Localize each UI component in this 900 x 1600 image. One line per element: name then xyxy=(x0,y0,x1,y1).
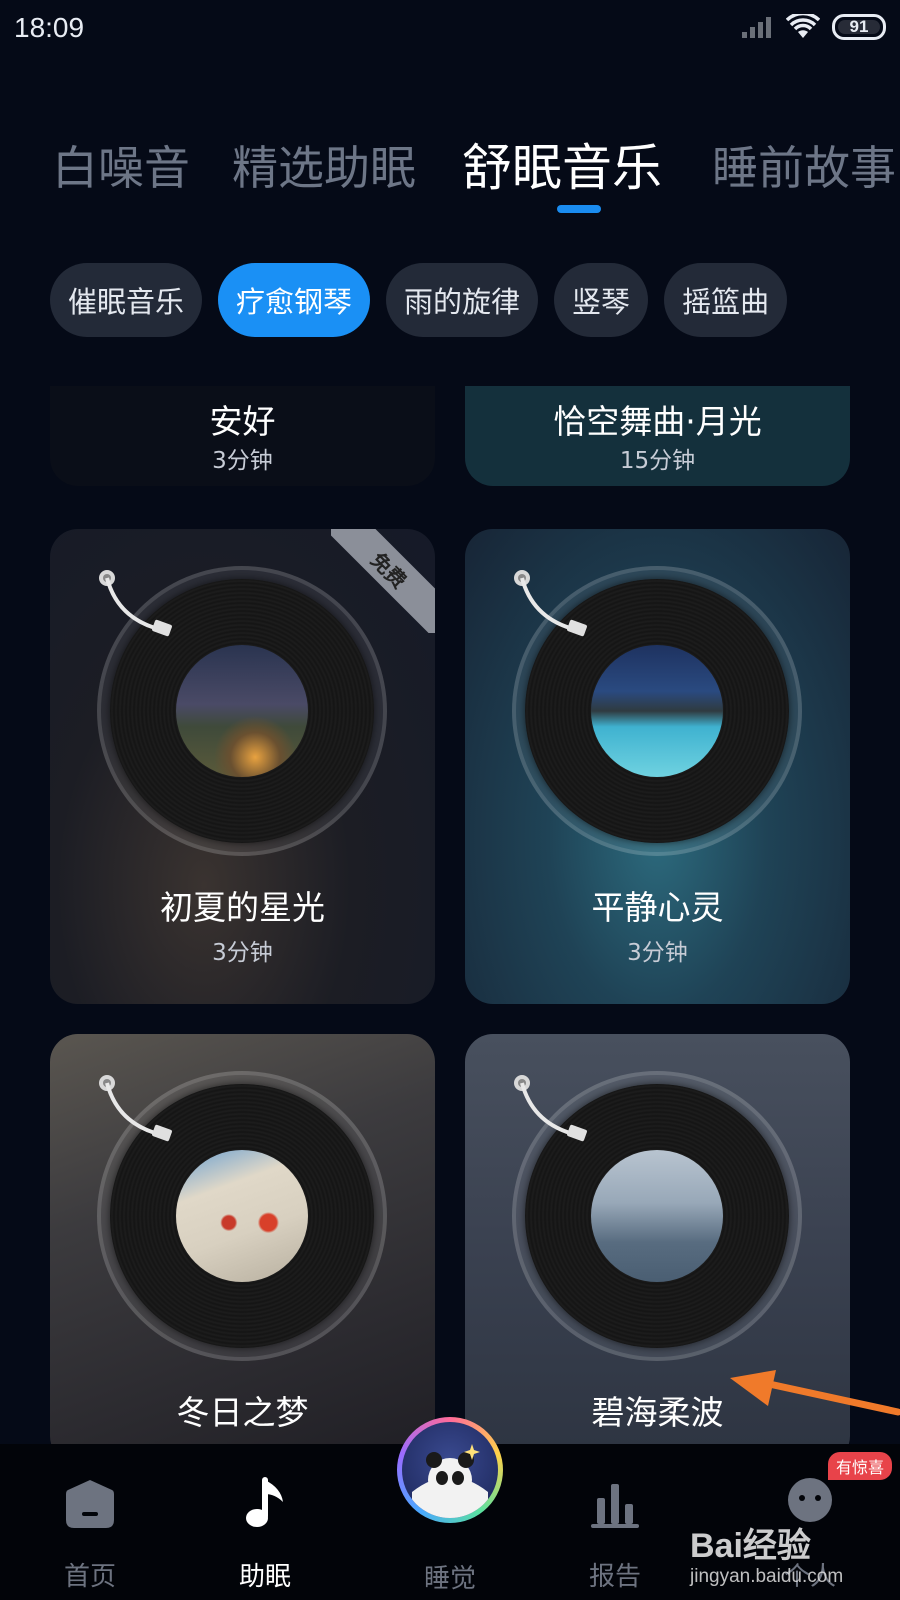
nav-report[interactable]: 报告 xyxy=(545,1444,685,1600)
card-duration: 3分钟 xyxy=(627,940,688,966)
music-card-early-summer-starlight[interactable]: 免费 初夏的星光 3分钟 xyxy=(50,529,435,1004)
panda-moon-icon xyxy=(412,1444,488,1518)
signal-icon xyxy=(742,17,771,38)
album-art xyxy=(591,645,723,777)
nav-label: 首页 xyxy=(63,1562,116,1592)
watermark-url: jingyan.baidu.com xyxy=(690,1566,844,1587)
tonearm-icon xyxy=(514,570,587,637)
chip-rain-melody[interactable]: 雨的旋律 xyxy=(386,263,539,337)
free-tag: 免费 xyxy=(331,529,435,633)
chip-harp[interactable]: 竖琴 xyxy=(554,263,649,337)
card-title: 初夏的星光 xyxy=(160,888,325,927)
music-card-grid: 安好 3分钟 恰空舞曲·月光 15分钟 免费 初夏的星光 3分钟 平静心灵 3分… xyxy=(0,386,900,1444)
sleep-button[interactable] xyxy=(397,1417,503,1523)
album-art xyxy=(176,645,308,777)
nav-label: 助眠 xyxy=(238,1562,291,1592)
tonearm-icon xyxy=(514,1075,587,1142)
battery-indicator: 91 xyxy=(832,14,886,40)
music-card-winter-dream[interactable]: 冬日之梦 xyxy=(50,1034,435,1444)
card-duration: 3分钟 xyxy=(212,940,273,966)
card-title: 安好 xyxy=(209,402,276,441)
music-note-icon xyxy=(246,1477,283,1527)
tonearm-icon xyxy=(99,570,172,637)
card-duration: 15分钟 xyxy=(619,448,696,474)
music-card-chaconne-moonlight[interactable]: 恰空舞曲·月光 15分钟 xyxy=(465,386,850,486)
tonearm-icon xyxy=(99,1075,172,1142)
card-title: 平静心灵 xyxy=(591,888,724,927)
chip-hypnotic-music[interactable]: 催眠音乐 xyxy=(50,263,203,337)
album-art xyxy=(176,1150,308,1282)
category-tabs: 白噪音 精选助眠 舒眠音乐 睡前故事 xyxy=(0,122,900,222)
music-card-anhao[interactable]: 安好 3分钟 xyxy=(50,386,435,486)
status-time: 18:09 xyxy=(14,12,85,43)
card-duration: 3分钟 xyxy=(212,448,273,474)
surprise-badge: 有惊喜 xyxy=(828,1452,893,1480)
nav-label: 报告 xyxy=(588,1562,641,1592)
tab-selected-sleep-aid[interactable]: 精选助眠 xyxy=(232,132,416,198)
status-icons: 91 xyxy=(740,14,886,40)
card-title: 冬日之梦 xyxy=(176,1393,309,1432)
card-title: 恰空舞曲·月光 xyxy=(553,402,762,441)
tab-sleep-music[interactable]: 舒眠音乐 xyxy=(462,128,662,200)
album-art xyxy=(591,1150,723,1282)
nav-home[interactable]: 首页 xyxy=(20,1444,160,1600)
active-tab-indicator xyxy=(557,205,601,213)
sleep-label: 睡觉 xyxy=(423,1564,476,1594)
subcategory-chips: 催眠音乐 疗愈钢琴 雨的旋律 竖琴 摇篮曲 xyxy=(50,263,788,337)
status-bar: 18:09 91 xyxy=(0,0,900,62)
music-card-calm-mind[interactable]: 平静心灵 3分钟 xyxy=(465,529,850,1004)
home-icon xyxy=(66,1480,114,1528)
tab-white-noise[interactable]: 白噪音 xyxy=(52,132,190,198)
bar-chart-icon xyxy=(591,1484,639,1528)
watermark-brand: Bai经验 xyxy=(690,1527,811,1565)
nav-sleep-aid[interactable]: 助眠 xyxy=(195,1444,335,1600)
tab-bedtime-stories[interactable]: 睡前故事 xyxy=(712,132,896,198)
chip-lullaby[interactable]: 摇篮曲 xyxy=(664,263,788,337)
free-tag-label: 免费 xyxy=(331,529,435,633)
baidu-jingyan-watermark: Bai经验 jingyan.baidu.com xyxy=(690,1518,890,1600)
battery-level: 91 xyxy=(849,17,869,36)
chip-healing-piano[interactable]: 疗愈钢琴 xyxy=(218,263,371,337)
wifi-icon xyxy=(786,14,820,38)
